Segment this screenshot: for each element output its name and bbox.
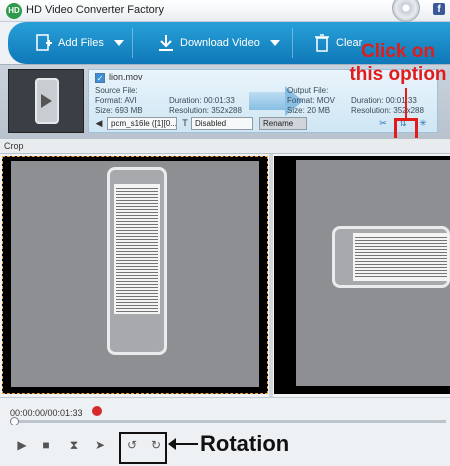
facebook-icon[interactable]: f	[433, 3, 445, 15]
app-logo-icon: HD	[6, 3, 22, 19]
output-size: Size: 20 MB	[287, 106, 331, 115]
subtitle-select[interactable]: Disabled	[191, 117, 253, 130]
phone-image	[107, 167, 167, 355]
volume-icon[interactable]	[92, 406, 102, 416]
rotate-right-icon[interactable]: ↻	[148, 437, 164, 453]
file-checkbox[interactable]: ✓	[95, 73, 105, 83]
seek-bar[interactable]	[10, 420, 446, 423]
phone-display	[114, 184, 160, 314]
video-thumbnail[interactable]	[8, 69, 84, 133]
disc-icon	[392, 0, 420, 22]
rotated-phone-image	[332, 226, 450, 288]
app-title: HD Video Converter Factory	[26, 4, 164, 16]
convert-arrow-icon	[249, 92, 285, 110]
download-video-label: Download Video	[180, 37, 260, 49]
effects-icon[interactable]: ✳	[417, 117, 429, 130]
source-size: Size: 693 MB	[95, 106, 143, 115]
source-format: Format: AVI	[95, 96, 137, 105]
audio-icon: ◀	[95, 118, 103, 128]
crop-label: Crop	[4, 141, 24, 151]
play-icon	[41, 94, 52, 108]
output-format: Format: MOV	[287, 96, 336, 105]
rotation-annotation: Rotation	[200, 431, 290, 456]
chevron-down-icon[interactable]	[269, 40, 280, 46]
cut-icon[interactable]: ✂	[377, 117, 389, 130]
output-preview	[274, 156, 450, 394]
output-heading: Output File:	[287, 86, 329, 95]
annotation-pointer	[405, 88, 407, 118]
source-resolution: Resolution: 352x288	[169, 106, 242, 115]
flip-horizontal-icon[interactable]: ⧗	[66, 437, 82, 453]
rotate-left-icon[interactable]: ↺	[124, 437, 140, 453]
add-file-icon	[36, 34, 52, 51]
download-icon	[159, 35, 173, 51]
click-annotation: Click on this option	[349, 41, 447, 85]
time-display: 00:00:00/00:01:33	[10, 408, 83, 418]
app-window: HD HD Video Converter Factory f Add File…	[0, 0, 450, 466]
title-bar: HD HD Video Converter Factory f	[0, 0, 450, 22]
timeline: 00:00:00/00:01:33	[0, 397, 450, 426]
original-preview[interactable]	[2, 156, 268, 394]
source-heading: Source File:	[95, 86, 138, 95]
crop-header: Crop	[0, 138, 450, 154]
add-files-button[interactable]: Add Files	[36, 22, 124, 64]
output-resolution: Resolution: 352x288	[351, 106, 424, 115]
play-icon[interactable]: ▶	[14, 437, 30, 453]
file-name: lion.mov	[109, 72, 143, 82]
stop-icon[interactable]: ■	[38, 437, 54, 453]
rename-button[interactable]: Rename	[259, 117, 307, 130]
panel-splitter[interactable]	[269, 154, 273, 397]
rotation-pointer-arrow	[168, 438, 198, 450]
chevron-down-icon[interactable]	[113, 40, 124, 46]
flip-vertical-icon[interactable]: ➤	[92, 437, 108, 453]
trash-icon	[315, 34, 329, 52]
phone-display	[353, 233, 449, 281]
download-video-button[interactable]: Download Video	[158, 22, 280, 64]
source-duration: Duration: 00:01:33	[169, 96, 235, 105]
file-controls-row: ◀ pcm_s16le ([1][0... T Disabled Rename …	[89, 117, 437, 132]
preview-area	[0, 154, 450, 397]
add-files-label: Add Files	[58, 37, 104, 49]
audio-track-select[interactable]: pcm_s16le ([1][0...	[107, 117, 177, 130]
toolbar-divider	[292, 28, 293, 58]
playback-controls: ▶ ■ ⧗ ➤ ↺ ↻ Rotation	[0, 425, 450, 466]
subtitle-icon: T	[182, 118, 188, 128]
toolbar-divider	[132, 28, 133, 58]
